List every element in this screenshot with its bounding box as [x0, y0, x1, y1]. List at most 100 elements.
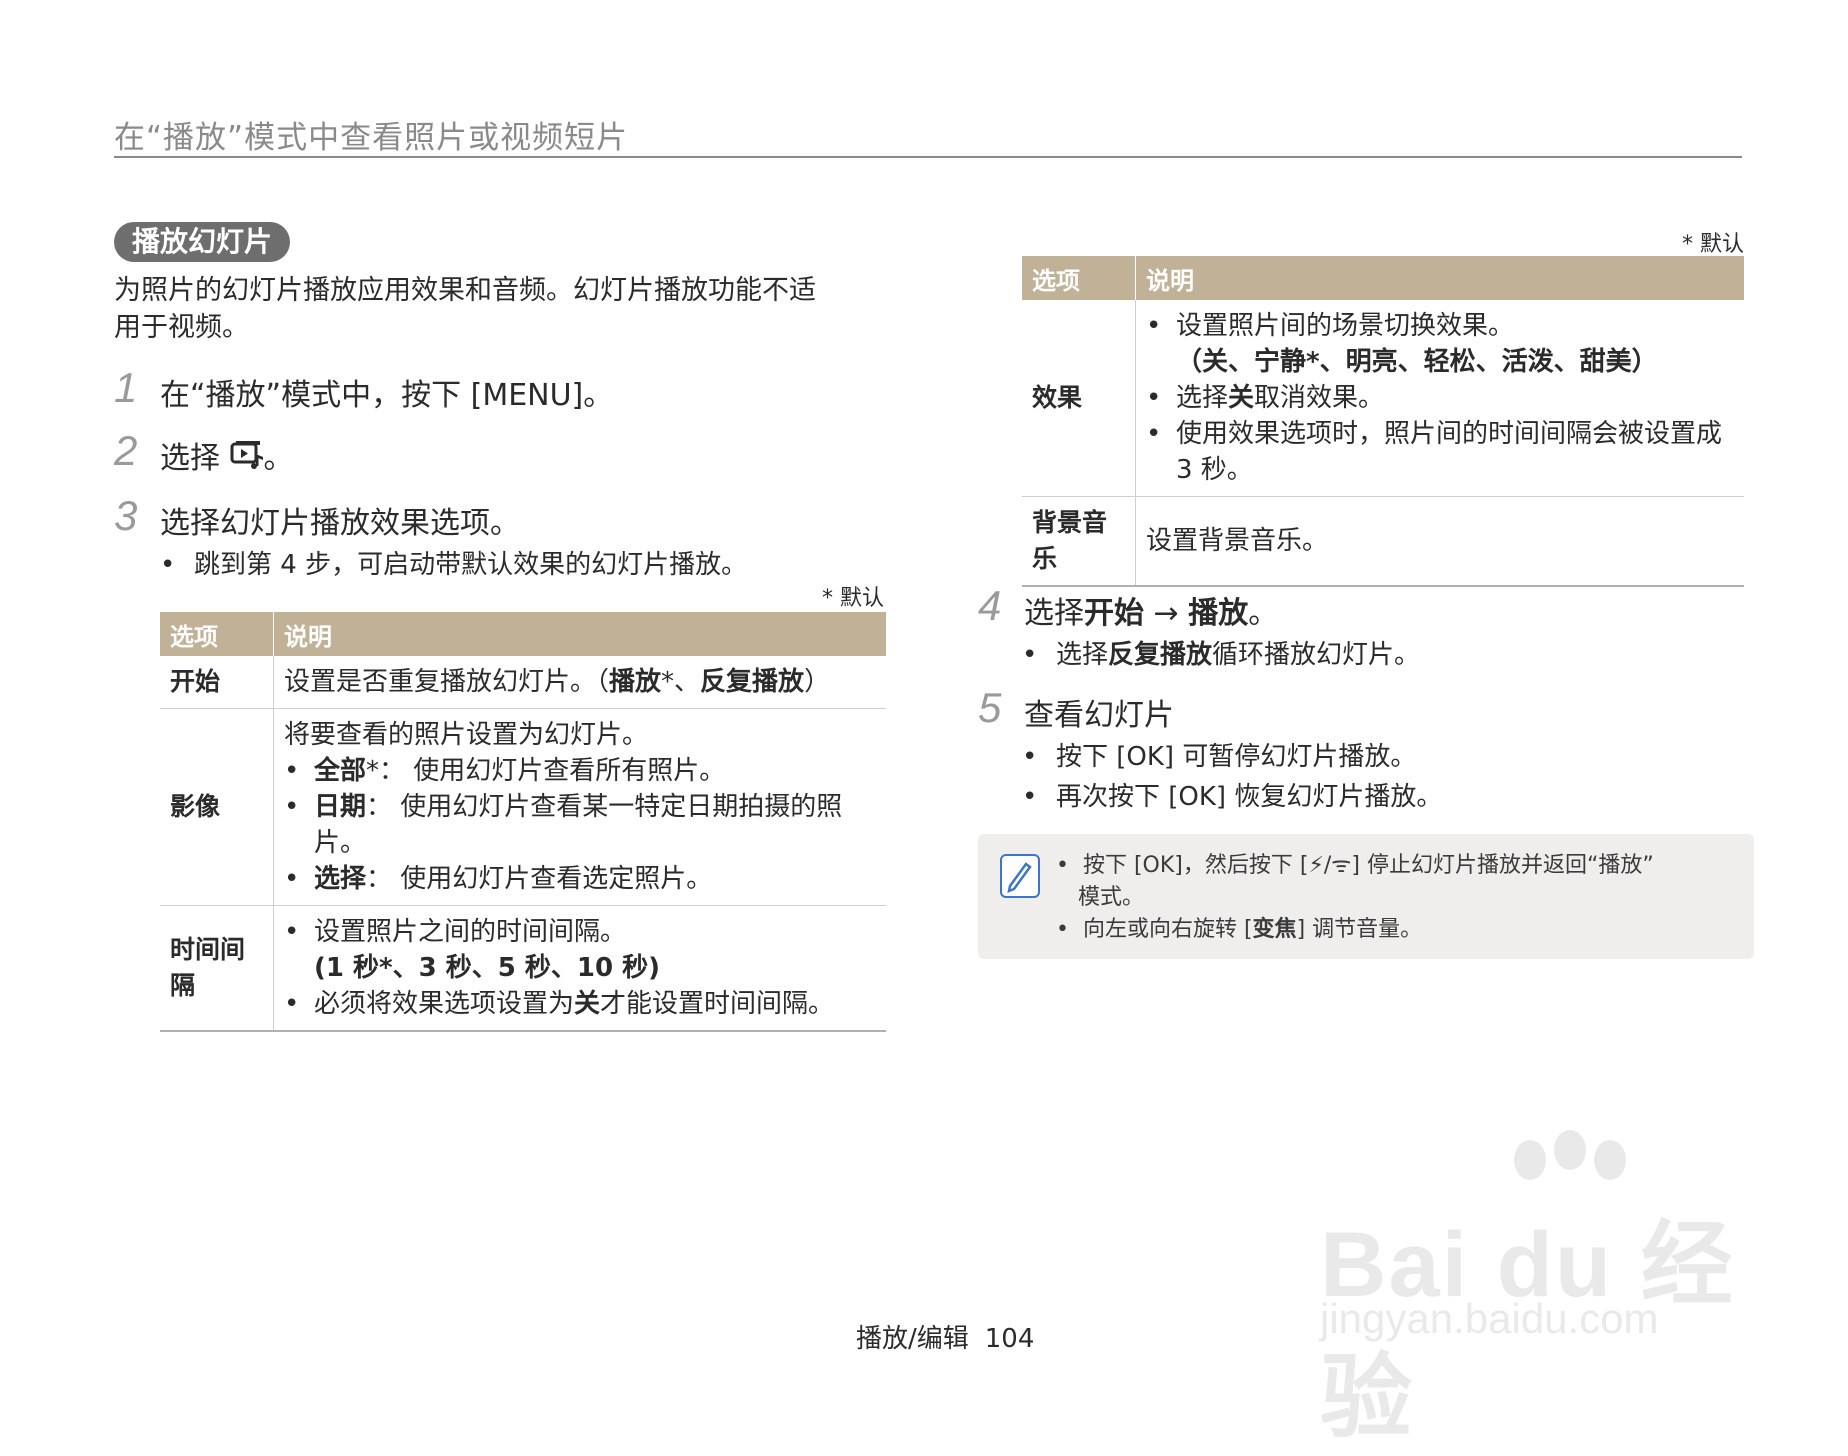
- desc-part: 取消效果。: [1254, 383, 1385, 413]
- desc-bullet: • 设置照片之间的时间间隔。: [284, 917, 627, 947]
- header-option: 选项: [1022, 256, 1136, 300]
- step-part: 选择: [1024, 596, 1084, 631]
- step-text: 在“播放”模式中，按下 [MENU]。: [160, 378, 614, 413]
- desc-part: 选择: [1176, 383, 1229, 413]
- desc-bold: 关: [1228, 383, 1255, 413]
- step-number: 1: [114, 364, 138, 411]
- desc-part: 设置照片之间的时间间隔。: [314, 917, 627, 947]
- step-number: 3: [114, 492, 138, 539]
- header-divider: [114, 156, 1742, 158]
- step-text: 选择开始 → 播放。: [1024, 588, 1278, 632]
- step-text: 选择幻灯片播放效果选项。: [160, 506, 520, 541]
- step-part: →: [1144, 596, 1189, 631]
- desc-part: ）: [804, 667, 831, 697]
- row-desc-start: 设置是否重复播放幻灯片。（播放*、反复播放）: [273, 656, 886, 709]
- desc-part: *： 使用幻灯片查看所有照片。: [366, 756, 726, 786]
- note-line-2: • 向左或向右旋转 [变焦] 调节音量。: [1056, 917, 1423, 942]
- default-note-right: * 默认: [1682, 232, 1744, 257]
- table-header-row: 选项 说明: [1022, 256, 1744, 300]
- step-text-suffix: 。: [263, 441, 294, 476]
- table-row: 背景音乐 设置背景音乐。: [1022, 496, 1744, 587]
- options-table-left: 选项 说明 开始 设置是否重复播放幻灯片。（播放*、反复播放） 影像 将要查看的…: [160, 612, 886, 1032]
- step-bold: 开始: [1084, 596, 1144, 631]
- desc-part: 才能设置时间间隔。: [600, 989, 835, 1019]
- row-desc-interval: • 设置照片之间的时间间隔。 (1 秒*、3 秒、5 秒、10 秒) • 必须将效果…: [273, 905, 886, 1032]
- desc-bullet: • 日期： 使用幻灯片查看某一特定日期拍摄的照片。: [284, 792, 843, 858]
- default-note-left: * 默认: [822, 586, 884, 611]
- desc-part: *、: [661, 667, 701, 697]
- desc-bold: 选择: [314, 864, 367, 894]
- desc-bullet: • 必须将效果选项设置为关才能设置时间间隔。: [284, 989, 835, 1019]
- desc-bullet: • 使用效果选项时，照片间的时间间隔会被设置成 3 秒。: [1146, 419, 1723, 485]
- step-5-bullet-2: • 再次按下 [OK] 恢复幻灯片播放。: [1022, 782, 1443, 812]
- row-desc-image: 将要查看的照片设置为幻灯片。 • 全部*： 使用幻灯片查看所有照片。 • 日期： 使…: [273, 708, 886, 906]
- page-footer: 播放/编辑 104: [856, 1318, 1034, 1355]
- desc-bold: 全部: [314, 756, 367, 786]
- bullet-text: 按下 [OK] 可暂停幻灯片播放。: [1056, 742, 1417, 772]
- step-text: 查看幻灯片: [1024, 698, 1174, 733]
- desc-bold: 播放: [609, 667, 662, 697]
- watermark-url: jingyan.baidu.com: [1320, 1295, 1659, 1342]
- note-text: 向左或向右旋转 [: [1082, 917, 1253, 942]
- table-row: 开始 设置是否重复播放幻灯片。（播放*、反复播放）: [160, 656, 886, 709]
- step-bold: 播放: [1188, 596, 1249, 631]
- step-text: 选择 。: [160, 433, 294, 479]
- header-option: 选项: [160, 612, 274, 656]
- row-label-music: 背景音乐: [1022, 496, 1136, 587]
- bullet-part: 选择: [1056, 640, 1109, 670]
- note-box: • 按下 [OK]，然后按下 [⚡/ᯤ] 停止幻灯片播放并返回“播放” 模式。 …: [978, 834, 1754, 959]
- desc-bold: 日期: [314, 792, 367, 822]
- intro-line-2: 用于视频。: [114, 312, 249, 343]
- step-4-bullet: • 选择反复播放循环播放幻灯片。: [1022, 640, 1421, 670]
- desc-part: 使用效果选项时，照片间的时间间隔会被设置成 3 秒。: [1176, 419, 1723, 485]
- bullet-text: 再次按下 [OK] 恢复幻灯片播放。: [1056, 782, 1443, 812]
- slideshow-music-icon: [230, 440, 264, 479]
- desc-part: ： 使用幻灯片查看某一特定日期拍摄的照片。: [314, 792, 843, 858]
- step-number: 5: [978, 684, 1002, 731]
- desc-bold: 关: [574, 989, 601, 1019]
- desc-part: 设置是否重复播放幻灯片。（: [284, 667, 610, 697]
- bullet-text: 跳到第 4 步，可启动带默认效果的幻灯片播放。: [194, 550, 748, 580]
- desc-bold: 反复播放: [700, 667, 805, 697]
- row-desc-effect: • 设置照片间的场景切换效果。 （关、宁静*、明亮、轻松、活泼、甜美） • 选择关取…: [1135, 300, 1744, 497]
- table-row: 影像 将要查看的照片设置为幻灯片。 • 全部*： 使用幻灯片查看所有照片。 • 日期…: [160, 708, 886, 906]
- note-lines: • 按下 [OK]，然后按下 [⚡/ᯤ] 停止幻灯片播放并返回“播放” 模式。 …: [1056, 850, 1654, 946]
- intro-line-1: 为照片的幻灯片播放应用效果和音频。幻灯片播放功能不适: [114, 275, 816, 306]
- note-pencil-icon: [1000, 854, 1040, 898]
- step-5-bullet-1: • 按下 [OK] 可暂停幻灯片播放。: [1022, 742, 1417, 772]
- desc-bullet: • 选择： 使用幻灯片查看选定照片。: [284, 864, 713, 894]
- header-description: 说明: [273, 612, 886, 656]
- bullet-part: 循环播放幻灯片。: [1212, 640, 1421, 670]
- row-desc-music: 设置背景音乐。: [1135, 496, 1744, 587]
- desc-bullet: • 选择关取消效果。: [1146, 383, 1385, 413]
- desc-part: ： 使用幻灯片查看选定照片。: [366, 864, 713, 894]
- desc-bullet: • 全部*： 使用幻灯片查看所有照片。: [284, 756, 726, 786]
- header-description: 说明: [1135, 256, 1744, 300]
- footer-section: 播放/编辑: [856, 1324, 969, 1354]
- bullet-bold: 反复播放: [1108, 640, 1213, 670]
- step-text-label: 选择: [160, 441, 230, 476]
- desc-part: 必须将效果选项设置为: [314, 989, 575, 1019]
- page-header-title: 在“播放”模式中查看照片或视频短片: [114, 120, 629, 156]
- desc-line: 将要查看的照片设置为幻灯片。: [284, 720, 649, 750]
- page-number: 104: [984, 1324, 1035, 1354]
- step-3-bullet: • 跳到第 4 步，可启动带默认效果的幻灯片播放。: [160, 550, 748, 580]
- table-header-row: 选项 说明: [160, 612, 886, 656]
- step-number: 2: [114, 427, 138, 474]
- note-text: 按下 [OK]，然后按下 [⚡/ᯤ] 停止幻灯片播放并返回“播放”: [1082, 853, 1654, 878]
- section-intro: 为照片的幻灯片播放应用效果和音频。幻灯片播放功能不适 用于视频。: [114, 272, 854, 346]
- row-label-interval: 时间间隔: [160, 905, 274, 1032]
- desc-sub: (1 秒*、3 秒、5 秒、10 秒): [314, 953, 661, 983]
- step-number: 4: [978, 582, 1002, 629]
- section-pill: 播放幻灯片: [114, 222, 291, 262]
- options-table-right: 选项 说明 效果 • 设置照片间的场景切换效果。 （关、宁静*、明亮、轻松、活泼、…: [1022, 256, 1744, 587]
- baidu-watermark: Bai du 经验 jingyan.baidu.com: [1320, 1130, 1760, 1449]
- row-label-effect: 效果: [1022, 300, 1136, 497]
- desc-sub: （关、宁静*、明亮、轻松、活泼、甜美）: [1176, 347, 1658, 377]
- note-text: ] 调节音量。: [1296, 917, 1423, 942]
- row-label-image: 影像: [160, 708, 274, 906]
- note-line-1b: 模式。: [1078, 885, 1145, 910]
- desc-bullet: • 设置照片间的场景切换效果。: [1146, 311, 1515, 341]
- note-bold: 变焦: [1252, 917, 1297, 942]
- note-line-1: • 按下 [OK]，然后按下 [⚡/ᯤ] 停止幻灯片播放并返回“播放”: [1056, 853, 1654, 878]
